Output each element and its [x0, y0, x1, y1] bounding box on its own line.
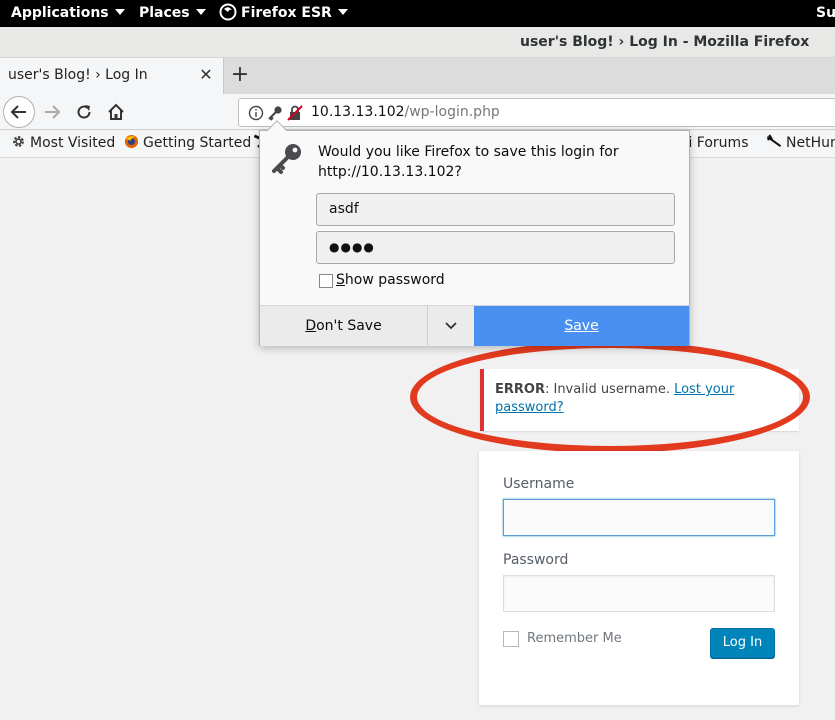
bookmark-label: Most Visited — [30, 135, 116, 151]
bookmark-nethunter[interactable]: NetHun — [766, 134, 835, 151]
home-icon — [108, 103, 124, 120]
bookmark-most-visited[interactable]: Most Visited — [11, 135, 115, 151]
url-text: 10.13.13.102/wp-login.php — [311, 104, 500, 120]
home-button[interactable] — [100, 96, 132, 128]
clock[interactable]: Su — [816, 0, 835, 27]
dont-save-button[interactable]: Don't Save — [260, 306, 428, 346]
chevron-down-icon — [195, 9, 206, 15]
dont-save-text: on't Save — [316, 318, 382, 334]
username-input[interactable] — [503, 499, 775, 536]
show-password-text: how password — [344, 272, 445, 288]
dont-save-accesskey: D — [305, 318, 317, 334]
red-highlight-ellipse — [410, 341, 810, 453]
url-path: /wp-login.php — [404, 104, 500, 120]
window-title: user's Blog! › Log In - Mozilla Firefox — [520, 34, 810, 50]
applications-label: Applications — [11, 5, 109, 21]
firefox-app-label: Firefox ESR — [241, 5, 332, 21]
bookmark-label: Getting Started — [143, 135, 252, 151]
save-login-message: Would you like Firefox to save this logi… — [318, 144, 619, 180]
username-label: Username — [503, 476, 575, 492]
tab-strip: user's Blog! › Log In ✕ + — [0, 58, 835, 94]
reload-icon — [77, 105, 91, 119]
reload-button[interactable] — [68, 96, 100, 128]
arrow-right-icon — [45, 105, 61, 119]
firefox-icon — [219, 3, 237, 20]
save-label: Save — [564, 318, 599, 334]
url-bar[interactable]: 10.13.13.102/wp-login.php — [238, 98, 835, 127]
info-icon[interactable] — [248, 105, 264, 121]
password-input[interactable] — [503, 575, 775, 612]
applications-menu[interactable]: Applications — [11, 0, 125, 27]
window-title-bar: user's Blog! › Log In - Mozilla Firefox — [0, 27, 835, 58]
password-label: Password — [503, 552, 569, 568]
doorhanger-password-field[interactable]: ●●●● — [316, 231, 675, 264]
bookmark-label: NetHun — [786, 135, 835, 151]
key-icon[interactable] — [267, 105, 283, 121]
key-icon — [272, 144, 301, 174]
save-login-doorhanger: Would you like Firefox to save this logi… — [259, 120, 690, 346]
navigation-bar: 10.13.13.102/wp-login.php — [0, 94, 835, 130]
doorhanger-username-field[interactable]: asdf — [316, 193, 675, 226]
show-password-label[interactable]: Show password — [336, 272, 445, 288]
chevron-down-icon — [337, 9, 348, 15]
firefox-app-menu[interactable]: Firefox ESR — [219, 0, 348, 27]
arrow-left-icon — [10, 105, 26, 119]
login-form: Username Password Remember Me Log In — [479, 451, 799, 705]
show-password-checkbox[interactable] — [319, 274, 333, 288]
tab-active[interactable]: user's Blog! › Log In ✕ — [0, 58, 224, 94]
more-options-dropdown[interactable] — [428, 306, 474, 346]
gear-icon — [13, 136, 24, 147]
remember-me-label[interactable]: Remember Me — [527, 631, 622, 646]
desktop-top-bar: Applications Places Firefox ESR Su — [0, 0, 835, 27]
firefox-icon — [124, 134, 139, 149]
url-host: 10.13.13.102 — [311, 104, 405, 120]
save-button[interactable]: Save — [474, 306, 689, 346]
insecure-lock-icon[interactable] — [287, 105, 303, 121]
close-tab-icon[interactable]: ✕ — [196, 65, 216, 85]
tab-title: user's Blog! › Log In — [8, 67, 148, 83]
chevron-down-icon — [445, 322, 457, 330]
bookmark-getting-started[interactable]: Getting Started — [124, 134, 252, 151]
new-tab-button[interactable]: + — [228, 63, 252, 87]
places-menu[interactable]: Places — [139, 0, 206, 27]
log-in-button[interactable]: Log In — [710, 628, 775, 658]
chevron-down-icon — [114, 9, 125, 15]
places-label: Places — [139, 5, 190, 21]
nethunter-icon — [766, 134, 782, 148]
remember-me-checkbox[interactable] — [503, 631, 519, 647]
forward-button[interactable] — [36, 96, 68, 128]
show-password-accesskey: S — [336, 272, 345, 288]
back-button[interactable] — [3, 96, 35, 128]
doorhanger-footer: Don't Save Save — [260, 305, 689, 346]
